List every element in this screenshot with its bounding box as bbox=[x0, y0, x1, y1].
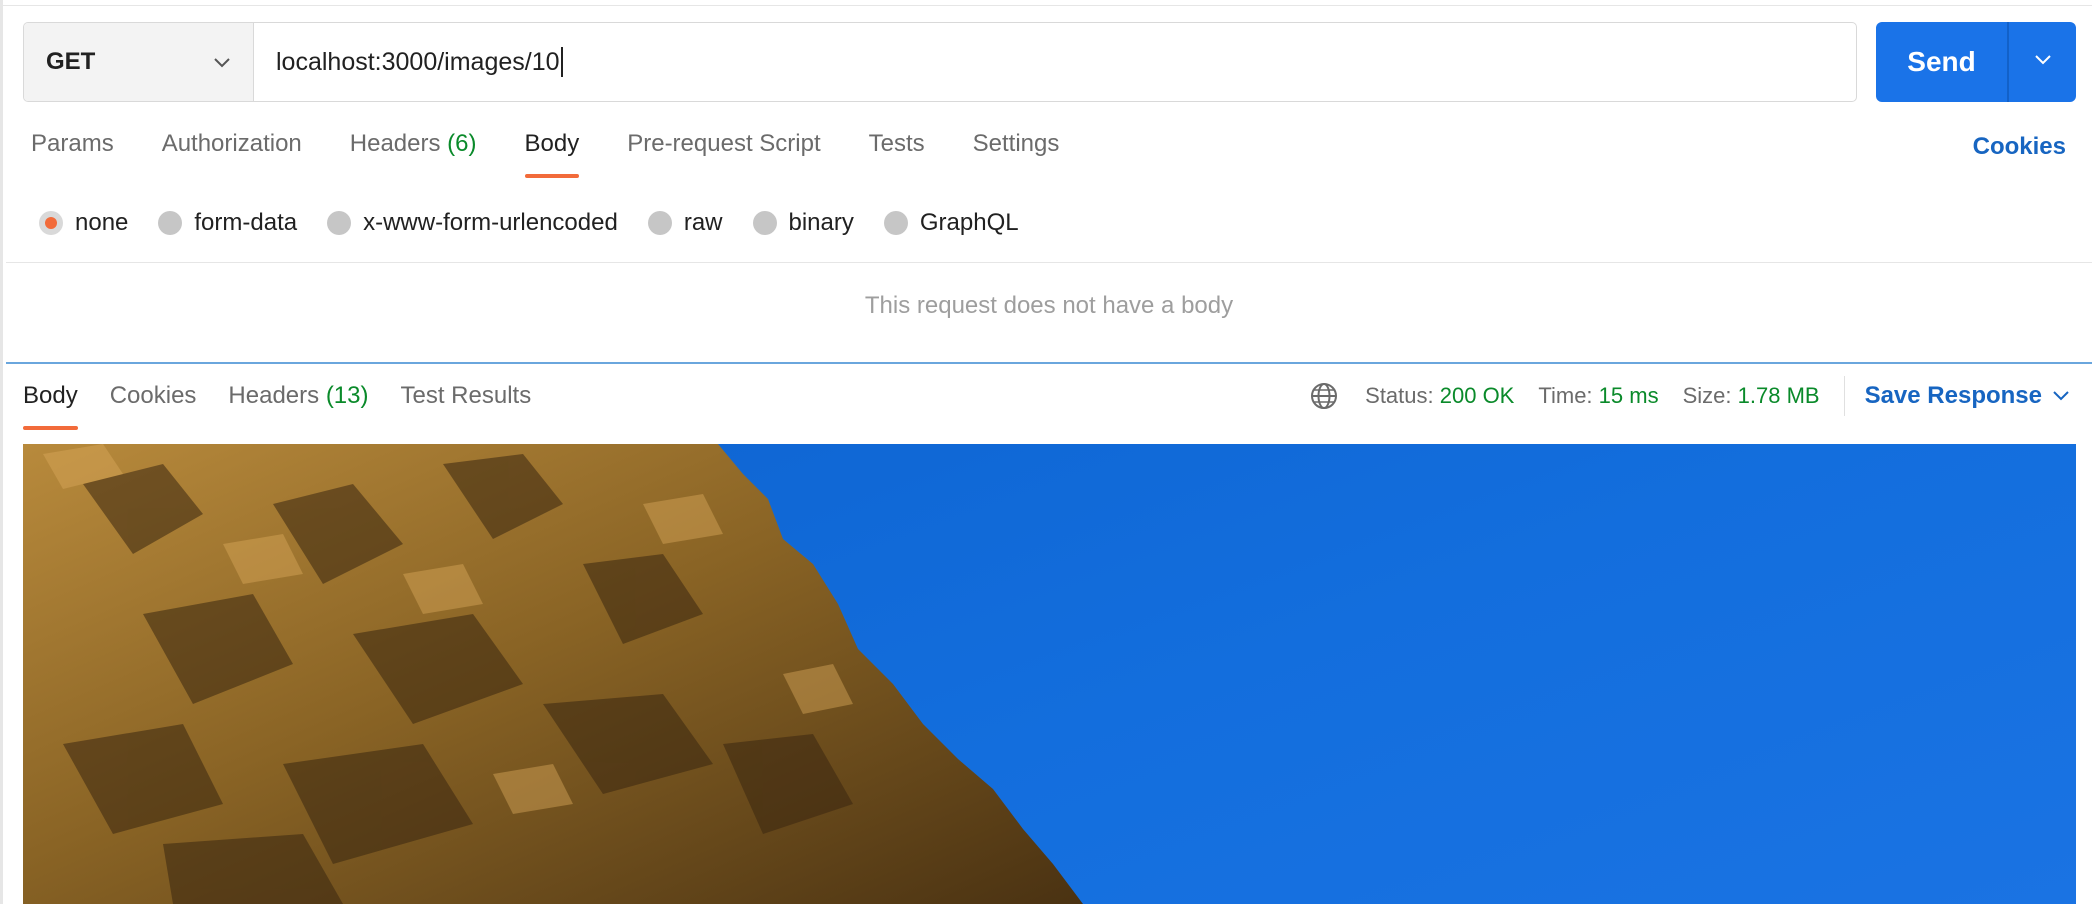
status-readout[interactable]: Status: 200 OK bbox=[1365, 383, 1514, 409]
url-input[interactable]: localhost:3000/images/10 bbox=[254, 23, 1856, 101]
body-type-radios: none form-data x-www-form-urlencoded raw… bbox=[39, 205, 1049, 241]
save-response-label: Save Response bbox=[1864, 382, 2042, 409]
tab-params[interactable]: Params bbox=[31, 130, 114, 180]
radio-unchecked-icon bbox=[752, 211, 777, 235]
tab-headers-label: Headers bbox=[349, 130, 441, 157]
method-select[interactable]: GET bbox=[24, 23, 254, 101]
radio-raw[interactable]: raw bbox=[647, 209, 723, 237]
request-divider bbox=[6, 262, 2092, 263]
time-value: 15 ms bbox=[1598, 383, 1659, 408]
method-label: GET bbox=[46, 48, 96, 75]
size-value: 1.78 MB bbox=[1737, 383, 1820, 408]
tab-body[interactable]: Body bbox=[524, 130, 579, 180]
response-tab-cookies[interactable]: Cookies bbox=[110, 382, 197, 432]
time-label: Time: bbox=[1538, 383, 1593, 408]
top-divider bbox=[3, 5, 2092, 6]
response-image-preview bbox=[23, 444, 2076, 904]
status-label: Status: bbox=[1365, 383, 1434, 408]
meta-separator bbox=[1843, 376, 1845, 416]
tab-settings[interactable]: Settings bbox=[973, 130, 1060, 180]
response-tab-headers-label: Headers bbox=[228, 382, 320, 409]
send-button-group: Send bbox=[1876, 22, 2076, 102]
size-readout[interactable]: Size: 1.78 MB bbox=[1683, 383, 1820, 409]
save-response-button[interactable]: Save Response bbox=[1865, 382, 2070, 410]
radio-urlencoded[interactable]: x-www-form-urlencoded bbox=[327, 209, 618, 237]
send-options-button[interactable] bbox=[2009, 22, 2076, 102]
chevron-down-icon bbox=[213, 48, 231, 76]
text-caret bbox=[560, 47, 563, 77]
cookies-link[interactable]: Cookies bbox=[1973, 133, 2066, 161]
radio-urlencoded-label: x-www-form-urlencoded bbox=[363, 209, 618, 236]
time-readout[interactable]: Time: 15 ms bbox=[1538, 383, 1658, 409]
status-value: 200 OK bbox=[1439, 383, 1515, 408]
radio-none-label: none bbox=[75, 209, 129, 236]
radio-binary-label: binary bbox=[788, 209, 854, 236]
chevron-down-icon bbox=[2053, 391, 2069, 401]
send-button[interactable]: Send bbox=[1876, 22, 2009, 102]
mountain-photo bbox=[23, 444, 1083, 904]
radio-graphql[interactable]: GraphQL bbox=[883, 209, 1019, 237]
request-url-bar: GET localhost:3000/images/10 bbox=[23, 22, 1857, 102]
tab-pre-request-script[interactable]: Pre-request Script bbox=[627, 130, 820, 180]
radio-form-data-label: form-data bbox=[194, 209, 298, 236]
tab-headers[interactable]: Headers (6) bbox=[350, 130, 477, 180]
radio-graphql-label: GraphQL bbox=[919, 209, 1019, 236]
radio-raw-label: raw bbox=[683, 209, 723, 236]
request-tabs: Params Authorization Headers (6) Body Pr… bbox=[31, 130, 1107, 180]
radio-none[interactable]: none bbox=[39, 209, 128, 237]
response-meta: Status: 200 OK Time: 15 ms Size: 1.78 MB… bbox=[1309, 376, 2070, 416]
url-text: localhost:3000/images/10 bbox=[276, 47, 560, 76]
response-tab-headers[interactable]: Headers (13) bbox=[228, 382, 368, 432]
response-tab-headers-count: (13) bbox=[325, 382, 369, 409]
response-tab-body[interactable]: Body bbox=[23, 382, 78, 432]
tab-authorization[interactable]: Authorization bbox=[162, 130, 302, 180]
pane-splitter[interactable] bbox=[6, 362, 2092, 364]
size-label: Size: bbox=[1682, 383, 1732, 408]
radio-binary[interactable]: binary bbox=[752, 209, 854, 237]
radio-unchecked-icon bbox=[883, 211, 908, 235]
response-tab-test-results[interactable]: Test Results bbox=[401, 382, 532, 432]
radio-form-data[interactable]: form-data bbox=[158, 209, 297, 237]
tab-headers-count: (6) bbox=[447, 130, 477, 157]
no-body-message: This request does not have a body bbox=[864, 292, 1234, 319]
radio-unchecked-icon bbox=[158, 211, 183, 235]
response-tabs: Body Cookies Headers (13) Test Results bbox=[23, 382, 563, 432]
globe-icon[interactable] bbox=[1309, 381, 1339, 411]
radio-unchecked-icon bbox=[327, 211, 352, 235]
chevron-down-icon bbox=[2034, 53, 2052, 71]
tab-tests[interactable]: Tests bbox=[869, 130, 925, 180]
postman-request-window: GET localhost:3000/images/10 Send Params… bbox=[0, 0, 2092, 904]
radio-unchecked-icon bbox=[647, 211, 672, 235]
radio-checked-icon bbox=[39, 211, 63, 235]
